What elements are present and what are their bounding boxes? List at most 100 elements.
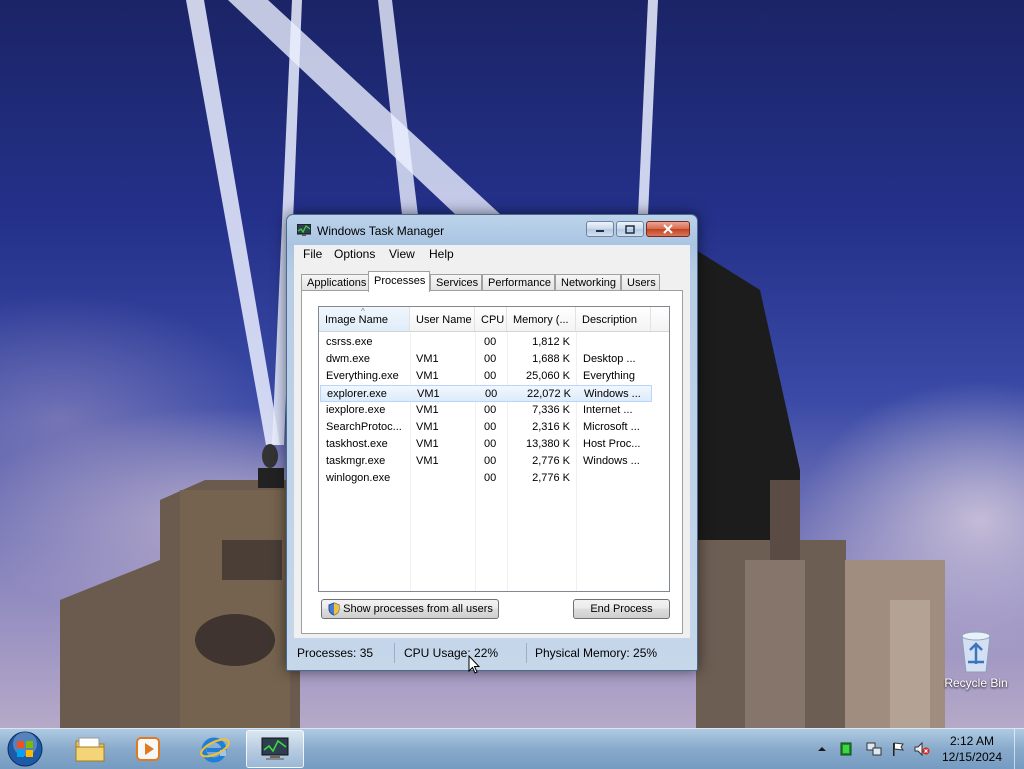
process-name: dwm.exe xyxy=(326,353,371,365)
process-name: Everything.exe xyxy=(326,370,399,382)
taskbar-explorer[interactable] xyxy=(62,730,118,768)
minimize-button[interactable] xyxy=(586,221,614,237)
menu-bar: File Options View Help xyxy=(294,245,690,265)
process-user: VM1 xyxy=(416,370,439,382)
process-memory: 25,060 K xyxy=(525,370,570,382)
process-name: winlogon.exe xyxy=(326,472,391,484)
title-bar[interactable]: Windows Task Manager xyxy=(287,215,697,245)
column-user-name[interactable]: User Name xyxy=(410,307,475,331)
process-list-header: ^ Image Name User Name CPU Memory (... D… xyxy=(319,307,669,332)
show-hidden-icons-icon[interactable] xyxy=(814,741,830,757)
table-row[interactable]: csrss.exe 00 1,812 K xyxy=(320,334,652,351)
process-description: Host Proc... xyxy=(583,438,641,450)
column-memory[interactable]: Memory (... xyxy=(507,307,576,331)
status-bar: Processes: 35 CPU Usage: 22% Physical Me… xyxy=(294,642,690,664)
process-cpu: 00 xyxy=(484,472,497,484)
process-memory: 22,072 K xyxy=(526,388,571,400)
folder-icon xyxy=(75,737,105,762)
recycle-bin-label: Recycle Bin xyxy=(944,676,1008,690)
table-row[interactable]: Everything.exe VM1 00 25,060 K Everythin… xyxy=(320,368,652,385)
taskbar-task-manager[interactable] xyxy=(246,730,304,768)
taskbar-internet-explorer[interactable] xyxy=(186,730,242,768)
show-desktop-button[interactable] xyxy=(1014,729,1024,769)
table-row[interactable]: iexplore.exe VM1 00 7,336 K Internet ... xyxy=(320,402,652,419)
uac-shield-icon xyxy=(328,602,340,616)
process-cpu: 00 xyxy=(485,388,498,400)
media-player-icon xyxy=(136,737,160,761)
process-name: taskmgr.exe xyxy=(326,455,386,467)
process-description: Windows ... xyxy=(584,388,641,400)
window-title: Windows Task Manager xyxy=(317,224,445,238)
task-manager-icon xyxy=(297,224,311,236)
process-memory: 13,380 K xyxy=(525,438,570,450)
network-icon[interactable] xyxy=(866,741,882,757)
table-row[interactable]: dwm.exe VM1 00 1,688 K Desktop ... xyxy=(320,351,652,368)
processes-panel: ^ Image Name User Name CPU Memory (... D… xyxy=(301,290,683,634)
menu-help[interactable]: Help xyxy=(427,247,456,261)
process-memory: 2,316 K xyxy=(532,421,570,433)
taskbar-media-player[interactable] xyxy=(120,730,176,768)
volume-muted-icon[interactable] xyxy=(914,741,930,757)
minimize-icon xyxy=(596,230,604,232)
tab-performance[interactable]: Performance xyxy=(482,274,555,291)
table-row[interactable]: taskhost.exe VM1 00 13,380 K Host Proc..… xyxy=(320,436,652,453)
process-cpu: 00 xyxy=(484,455,497,467)
table-row[interactable]: winlogon.exe 00 2,776 K xyxy=(320,470,652,487)
status-divider xyxy=(394,643,395,663)
column-cpu[interactable]: CPU xyxy=(475,307,507,331)
tab-networking[interactable]: Networking xyxy=(555,274,621,291)
tab-processes[interactable]: Processes xyxy=(368,271,430,292)
table-row[interactable]: SearchProtoc... VM1 00 2,316 K Microsoft… xyxy=(320,419,652,436)
action-center-flag-icon[interactable] xyxy=(890,741,906,757)
tab-applications[interactable]: Applications xyxy=(301,274,369,291)
process-name: iexplore.exe xyxy=(326,404,386,416)
table-row-selected[interactable]: explorer.exe VM1 00 22,072 K Windows ... xyxy=(320,385,652,402)
process-memory: 2,776 K xyxy=(532,455,570,467)
tab-services[interactable]: Services xyxy=(430,274,482,291)
process-user: VM1 xyxy=(417,388,440,400)
notification-area xyxy=(812,729,932,769)
process-memory: 7,336 K xyxy=(532,404,570,416)
process-memory: 1,688 K xyxy=(532,353,570,365)
process-name: csrss.exe xyxy=(326,336,373,348)
menu-view[interactable]: View xyxy=(387,247,417,261)
process-user: VM1 xyxy=(416,455,439,467)
process-cpu: 00 xyxy=(484,336,497,348)
tab-users[interactable]: Users xyxy=(621,274,660,291)
menu-file[interactable]: File xyxy=(301,247,324,261)
process-cpu: 00 xyxy=(484,353,497,365)
process-cpu: 00 xyxy=(484,438,497,450)
close-button[interactable] xyxy=(646,221,690,237)
task-manager-icon xyxy=(261,737,289,760)
client-area: Applications Processes Services Performa… xyxy=(294,265,690,638)
process-list[interactable]: ^ Image Name User Name CPU Memory (... D… xyxy=(318,306,670,592)
menu-options[interactable]: Options xyxy=(332,247,377,261)
taskbar-clock[interactable]: 2:12 AM 12/15/2024 xyxy=(932,733,1012,765)
clock-date: 12/15/2024 xyxy=(941,750,1003,764)
recycle-bin[interactable]: Recycle Bin xyxy=(938,628,1014,690)
process-cpu: 00 xyxy=(484,421,497,433)
everything-tray-icon[interactable] xyxy=(838,741,854,757)
show-all-users-button[interactable]: Show processes from all users xyxy=(321,599,499,619)
process-name: explorer.exe xyxy=(327,388,387,400)
internet-explorer-icon xyxy=(200,737,230,763)
column-image-name[interactable]: ^ Image Name xyxy=(319,307,410,331)
status-physical-memory: Physical Memory: 25% xyxy=(535,646,658,660)
process-cpu: 00 xyxy=(484,370,497,382)
maximize-button[interactable] xyxy=(616,221,644,237)
process-cpu: 00 xyxy=(484,404,497,416)
task-manager-window[interactable]: Windows Task Manager File Options View H… xyxy=(286,214,698,671)
column-description[interactable]: Description xyxy=(576,307,651,331)
process-user: VM1 xyxy=(416,353,439,365)
start-orb[interactable] xyxy=(6,730,44,768)
table-row[interactable]: taskmgr.exe VM1 00 2,776 K Windows ... xyxy=(320,453,652,470)
process-memory: 1,812 K xyxy=(532,336,570,348)
maximize-icon xyxy=(625,224,635,234)
close-icon xyxy=(663,224,673,234)
status-processes: Processes: 35 xyxy=(297,646,374,660)
process-description: Everything xyxy=(583,370,635,382)
process-description: Windows ... xyxy=(583,455,640,467)
show-all-users-label: Show processes from all users xyxy=(343,603,493,615)
process-description: Desktop ... xyxy=(583,353,636,365)
end-process-button[interactable]: End Process xyxy=(573,599,670,619)
